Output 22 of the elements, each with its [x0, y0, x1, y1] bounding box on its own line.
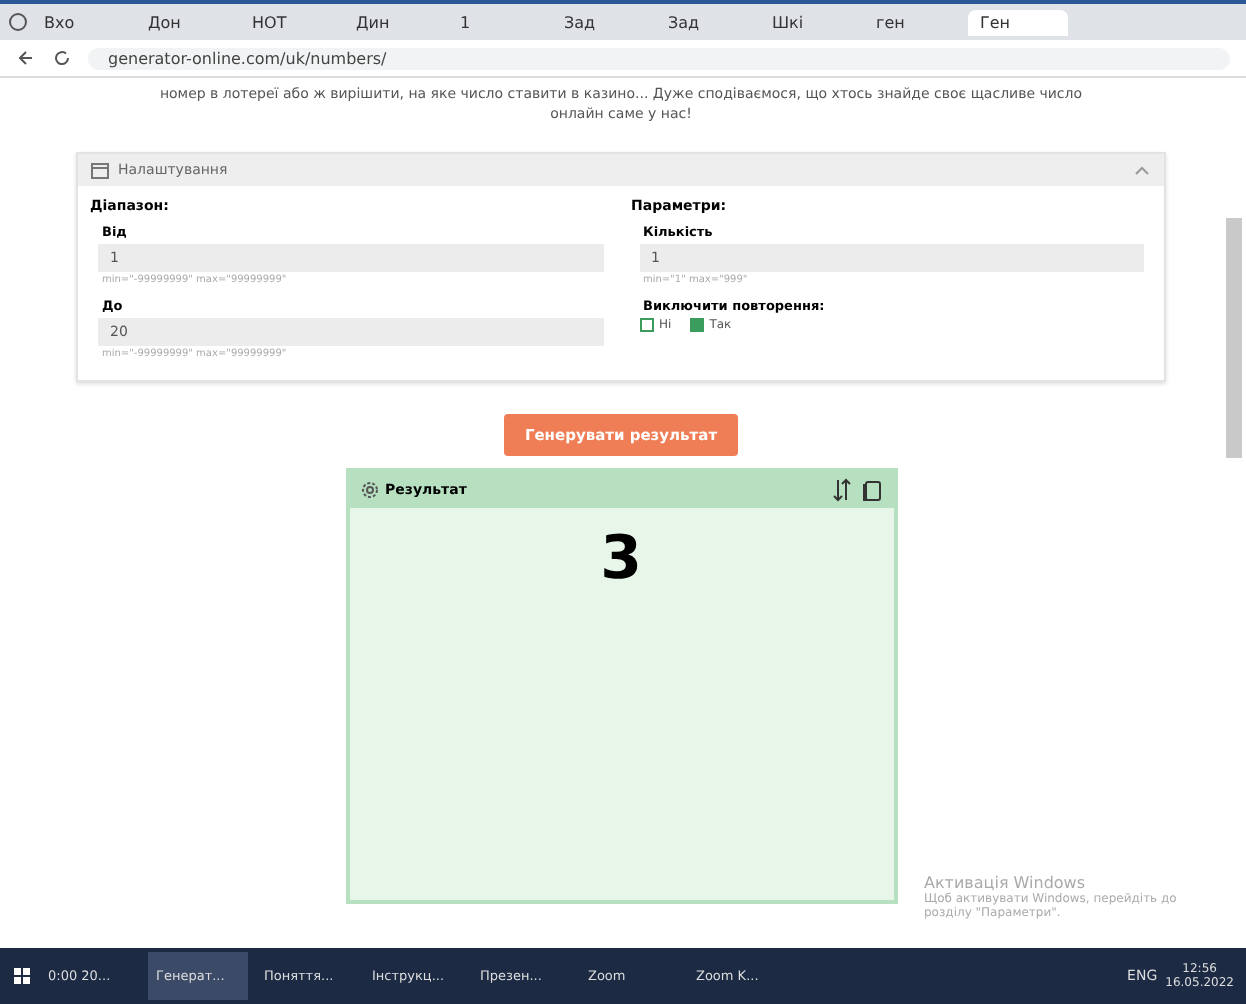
back-arrow-icon[interactable] [16, 48, 36, 68]
browser-tab[interactable]: Зад [552, 9, 652, 35]
browser-tab[interactable]: Вхо [32, 9, 132, 35]
scrollbar[interactable] [1226, 218, 1242, 458]
activation-title: Активація Windows [924, 874, 1088, 892]
browser-tab[interactable]: НОТ [240, 9, 340, 35]
option-checkbox[interactable] [689, 318, 704, 332]
browser-tab[interactable]: Дин [344, 9, 444, 35]
result-number: 3 [600, 524, 642, 594]
browser-tab[interactable]: Дон [136, 9, 236, 35]
browser-tab[interactable]: ген [864, 9, 964, 35]
gear-icon [359, 480, 379, 500]
browser-tab[interactable]: Шкі [760, 9, 860, 35]
copy-icon[interactable] [859, 478, 883, 502]
sort-arrows-icon[interactable] [829, 478, 853, 502]
reload-icon[interactable] [52, 48, 72, 68]
browser-tab[interactable]: Ген [968, 9, 1068, 35]
browser-tab[interactable]: Зад [656, 9, 756, 35]
address-field[interactable]: generator-online.com/uk/numbers/ [88, 47, 1230, 69]
option-checkbox[interactable] [639, 318, 653, 332]
windows-logo-icon[interactable] [12, 966, 32, 986]
browser-tab[interactable]: 1 [448, 9, 548, 35]
